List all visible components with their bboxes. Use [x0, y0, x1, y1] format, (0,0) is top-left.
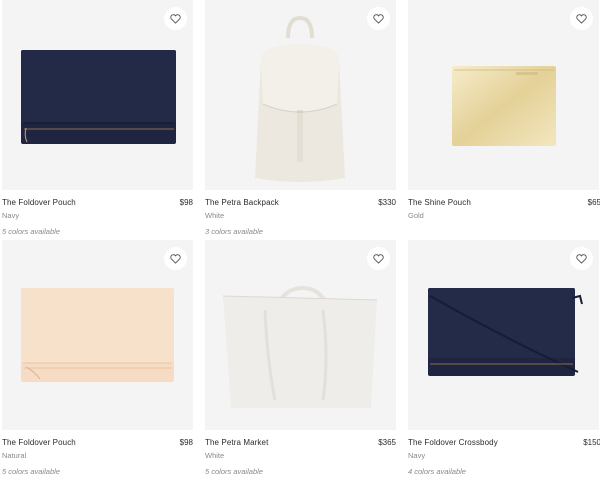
heart-icon: [576, 13, 587, 24]
product-card[interactable]: The Shine Pouch $65 Gold: [408, 0, 600, 238]
product-name[interactable]: The Foldover Pouch: [2, 438, 76, 447]
product-price: $365: [378, 438, 396, 447]
heart-icon: [576, 253, 587, 264]
foldover-pouch-natural-image: [21, 288, 174, 382]
favorite-button[interactable]: [367, 7, 390, 30]
product-card[interactable]: The Petra Backpack $330 White 3 colors a…: [205, 0, 396, 238]
heart-icon: [373, 253, 384, 264]
product-meta: The Shine Pouch $65 Gold: [408, 190, 600, 238]
product-name[interactable]: The Foldover Pouch: [2, 198, 76, 207]
product-availability: 5 colors available: [2, 467, 60, 476]
product-availability: 3 colors available: [205, 227, 263, 236]
product-price: $98: [179, 198, 193, 207]
product-meta: The Petra Backpack $330 White 3 colors a…: [205, 190, 396, 238]
product-availability: 4 colors available: [408, 467, 466, 476]
product-price: $330: [378, 198, 396, 207]
product-image[interactable]: [408, 0, 599, 190]
favorite-button[interactable]: [570, 7, 593, 30]
foldover-pouch-navy-image: [21, 50, 176, 144]
favorite-button[interactable]: [570, 247, 593, 270]
product-meta: The Foldover Crossbody $150 Navy 4 color…: [408, 430, 600, 478]
product-image[interactable]: [408, 240, 599, 430]
product-name[interactable]: The Shine Pouch: [408, 198, 471, 207]
product-price: $65: [587, 198, 600, 207]
favorite-button[interactable]: [164, 247, 187, 270]
product-card[interactable]: The Petra Market $365 White 5 colors ava…: [205, 240, 396, 478]
petra-market-white-image: [222, 285, 378, 408]
product-meta: The Foldover Pouch $98 Natural 5 colors …: [2, 430, 193, 478]
foldover-crossbody-navy-image: [428, 288, 583, 376]
favorite-button[interactable]: [164, 7, 187, 30]
product-name[interactable]: The Foldover Crossbody: [408, 438, 498, 447]
product-card[interactable]: The Foldover Crossbody $150 Navy 4 color…: [408, 240, 600, 478]
petra-backpack-white-image: [255, 15, 345, 182]
product-card[interactable]: The Foldover Pouch $98 Navy 5 colors ava…: [2, 0, 193, 238]
product-color: Natural: [2, 451, 27, 460]
product-meta: The Foldover Pouch $98 Navy 5 colors ava…: [2, 190, 193, 238]
product-color: White: [205, 451, 225, 460]
product-name[interactable]: The Petra Market: [205, 438, 268, 447]
product-color: Navy: [408, 451, 426, 460]
shine-pouch-gold-image: [452, 66, 556, 146]
product-image[interactable]: [205, 0, 396, 190]
heart-icon: [170, 13, 181, 24]
product-color: Navy: [2, 211, 20, 220]
product-card[interactable]: The Foldover Pouch $98 Natural 5 colors …: [2, 240, 193, 478]
product-availability: 5 colors available: [2, 227, 60, 236]
heart-icon: [373, 13, 384, 24]
product-price: $150: [583, 438, 600, 447]
product-color: White: [205, 211, 225, 220]
product-grid: The Foldover Pouch $98 Navy 5 colors ava…: [0, 0, 600, 478]
product-image[interactable]: [2, 240, 193, 430]
product-price: $98: [179, 438, 193, 447]
product-name[interactable]: The Petra Backpack: [205, 198, 279, 207]
heart-icon: [170, 253, 181, 264]
product-image[interactable]: [2, 0, 193, 190]
product-color: Gold: [408, 211, 424, 220]
product-availability: 5 colors available: [205, 467, 263, 476]
product-image[interactable]: [205, 240, 396, 430]
favorite-button[interactable]: [367, 247, 390, 270]
product-meta: The Petra Market $365 White 5 colors ava…: [205, 430, 396, 478]
